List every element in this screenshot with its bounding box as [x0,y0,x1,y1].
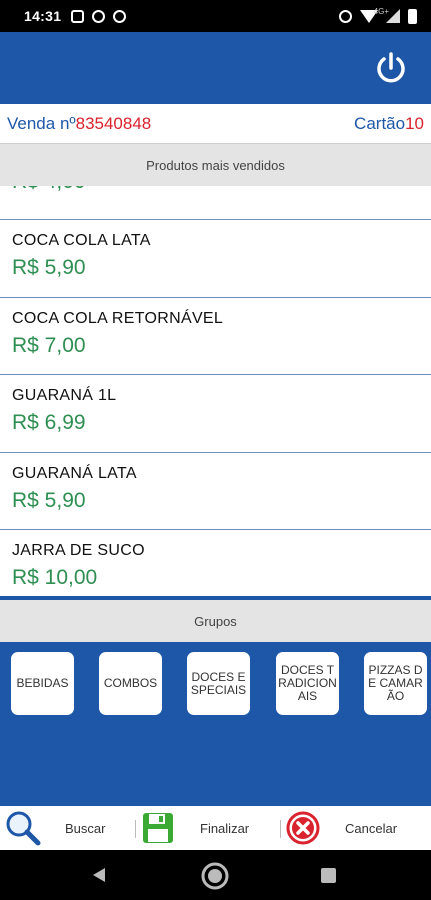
groups-section-title: Grupos [194,613,237,629]
groups-panel: BEBIDAS COMBOS DOCES ESPECIAIS DOCES TRA… [0,642,431,806]
group-button-doces-tradicionais[interactable]: DOCES TRADICIONAIS [276,652,339,715]
group-button-pizzas-de-camarao[interactable]: PIZZAS DE CAMARÃO [364,652,427,715]
sale-label: Venda nº [7,113,76,133]
cancel-icon [286,811,320,845]
cancel-button[interactable]: Cancelar [286,806,397,850]
product-price: R$ 4,00 [12,186,419,194]
product-price: R$ 5,90 [12,256,86,279]
list-item[interactable]: JARRA DE SUCO R$ 10,00 [0,530,431,598]
group-button-combos[interactable]: COMBOS [99,652,162,715]
groups-section-header: Grupos [0,600,431,642]
notification-icon [71,9,85,23]
list-item[interactable]: R$ 4,00 [0,186,431,220]
bottom-toolbar: Buscar Finalizar Cancelar [0,806,431,850]
group-button-doces-especiais[interactable]: DOCES ESPECIAIS [187,652,250,715]
product-price: R$ 5,90 [12,488,86,512]
product-price: R$ 10,00 [12,566,98,589]
product-price: R$ 6,99 [12,411,86,434]
card-label: Cartão [354,113,406,133]
system-nav-bar [0,850,431,900]
group-label: DOCES TRADICIONAIS [278,663,337,703]
recents-icon[interactable] [321,868,336,883]
app-bar [0,32,431,104]
status-bar: 14:31 4G+ [0,0,431,32]
home-icon[interactable] [200,861,230,891]
cancel-label: Cancelar [345,820,398,836]
sale-info-bar: Venda nº 83540848 Cartão10 [0,104,431,144]
power-icon[interactable] [373,50,409,86]
group-label: BEBIDAS [16,676,69,690]
product-name: GUARANÁ LATA [12,464,137,482]
status-time: 14:31 [24,8,62,24]
product-list[interactable]: R$ 4,00 COCA COLA LATA R$ 5,90 COCA COLA… [0,186,431,598]
save-icon [143,813,173,843]
group-label: DOCES ESPECIAIS [190,669,247,697]
toolbar-divider [280,820,281,838]
search-icon [6,811,41,846]
battery-icon [408,8,417,24]
finish-label: Finalizar [200,820,250,836]
list-item[interactable]: COCA COLA LATA R$ 5,90 [0,220,431,298]
alarm-icon [339,9,352,23]
card-number: 10 [405,113,424,133]
product-price: R$ 7,00 [12,333,86,357]
network-type: 4G+ [373,7,389,16]
search-button[interactable]: Buscar [4,806,105,850]
list-item[interactable]: GUARANÁ 1L R$ 6,99 [0,375,431,453]
search-label: Buscar [65,820,106,836]
group-label: COMBOS [103,676,158,690]
finish-button[interactable]: Finalizar [141,806,249,850]
product-name: GUARANÁ 1L [12,387,117,404]
product-name: COCA COLA RETORNÁVEL [12,309,224,327]
list-item[interactable]: COCA COLA RETORNÁVEL R$ 7,00 [0,298,431,375]
group-label: PIZZAS DE CAMARÃO [368,663,423,703]
sync-icon [113,9,127,23]
products-section-title: Produtos mais vendidos [146,157,285,173]
product-name: JARRA DE SUCO [12,542,145,559]
list-item[interactable]: GUARANÁ LATA R$ 5,90 [0,453,431,530]
product-name: COCA COLA LATA [12,232,151,249]
products-section-header: Produtos mais vendidos [0,144,431,186]
back-icon[interactable] [92,867,106,883]
sale-number: 83540848 [75,113,152,133]
shield-icon [92,9,106,23]
toolbar-divider [135,820,136,838]
group-button-bebidas[interactable]: BEBIDAS [11,652,74,715]
